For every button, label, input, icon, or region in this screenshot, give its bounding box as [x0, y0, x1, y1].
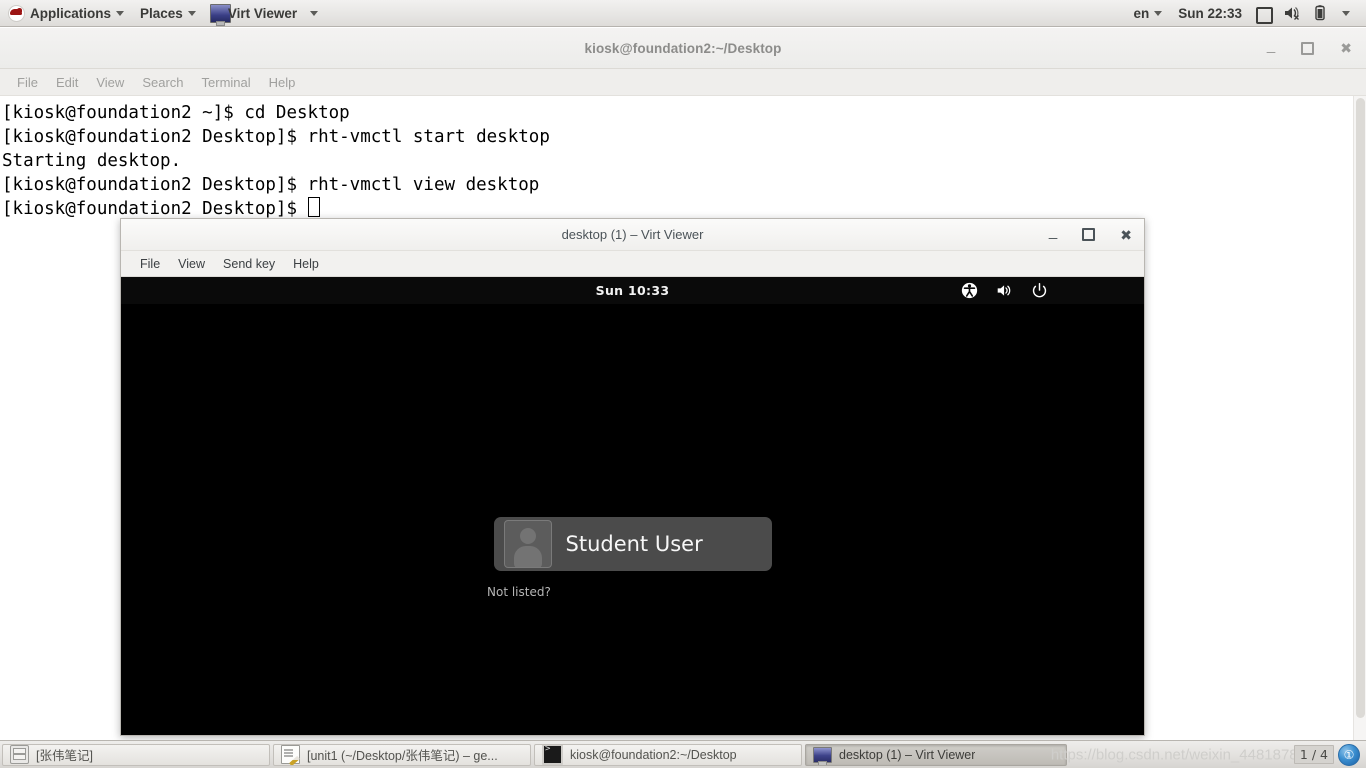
taskbar-item-virt-viewer[interactable]: desktop (1) – Virt Viewer — [805, 743, 1067, 766]
menu-send-key[interactable]: Send key — [214, 257, 284, 271]
terminal-icon — [542, 744, 563, 765]
clock-label: Sun 22:33 — [1178, 5, 1242, 21]
virt-viewer-window: desktop (1) – Virt Viewer _ ✖ File View … — [120, 218, 1145, 736]
power-icon[interactable] — [1031, 282, 1048, 299]
redhat-logo-icon — [8, 4, 25, 22]
workspace-count-label: 1 / 4 — [1293, 745, 1334, 764]
gdm-status-icons — [961, 277, 1048, 304]
gdm-top-bar: Sun 10:33 — [121, 277, 1144, 304]
workspace-switcher[interactable]: 1 / 4 ① — [1293, 743, 1360, 766]
window-menu-virt-viewer[interactable]: Virt Viewer — [204, 0, 328, 26]
menu-file[interactable]: File — [131, 257, 169, 271]
terminal-scrollbar-thumb[interactable] — [1356, 98, 1365, 718]
applications-menu[interactable]: Applications — [0, 0, 132, 26]
places-menu-label: Places — [140, 5, 183, 21]
taskbar-item-label: [unit1 (~/Desktop/张伟笔记) – ge... — [307, 749, 498, 763]
menu-search[interactable]: Search — [133, 75, 192, 90]
display-icon[interactable] — [1255, 4, 1273, 24]
user-name-label: Student User — [565, 532, 703, 556]
menu-help[interactable]: Help — [260, 75, 305, 90]
drawer-icon — [10, 745, 29, 764]
volume-icon[interactable] — [996, 282, 1013, 299]
gedit-icon — [281, 745, 300, 764]
virt-viewer-titlebar[interactable]: desktop (1) – Virt Viewer _ ✖ — [121, 219, 1144, 251]
workspace-switcher-icon[interactable]: ① — [1338, 743, 1360, 766]
menu-file[interactable]: File — [8, 75, 47, 90]
taskbar-item-file-manager[interactable]: [张伟笔记] — [2, 743, 270, 766]
taskbar-item-label: desktop (1) – Virt Viewer — [839, 747, 976, 762]
chevron-down-icon — [187, 10, 196, 16]
chevron-down-icon — [1342, 10, 1350, 16]
keyboard-layout-label: en — [1133, 5, 1150, 21]
terminal-cursor — [307, 197, 320, 217]
terminal-title: kiosk@foundation2:~/Desktop — [584, 40, 782, 56]
menu-view[interactable]: View — [169, 257, 214, 271]
close-button[interactable]: ✖ — [1340, 41, 1352, 55]
terminal-menubar: File Edit View Search Terminal Help — [0, 69, 1366, 96]
menu-view[interactable]: View — [87, 75, 133, 90]
guest-display[interactable]: Sun 10:33 Student User Not listed? — [121, 277, 1144, 735]
menu-edit[interactable]: Edit — [47, 75, 87, 90]
terminal-line: Starting desktop. — [2, 151, 182, 171]
applications-menu-label: Applications — [30, 5, 112, 21]
user-list-item-student-user[interactable]: Student User — [493, 517, 772, 571]
close-button[interactable]: ✖ — [1120, 228, 1132, 242]
chevron-down-icon — [1154, 10, 1163, 16]
status-menu-toggle[interactable] — [1334, 0, 1358, 26]
menu-terminal[interactable]: Terminal — [193, 75, 260, 90]
taskbar-item-label: kiosk@foundation2:~/Desktop — [570, 747, 737, 762]
not-listed-link[interactable]: Not listed? — [487, 585, 551, 599]
places-menu[interactable]: Places — [132, 0, 204, 26]
top-panel-status-area: en Sun 22:33 — [1125, 0, 1366, 26]
gdm-clock[interactable]: Sun 10:33 — [596, 283, 670, 298]
minimize-button[interactable]: _ — [1267, 38, 1275, 53]
taskbar-item-label: [张伟笔记] — [36, 749, 93, 763]
virt-viewer-window-controls: _ ✖ — [1049, 219, 1132, 250]
virt-viewer-menubar: File View Send key Help — [121, 251, 1144, 277]
taskbar-item-gedit[interactable]: [unit1 (~/Desktop/张伟笔记) – ge... — [273, 743, 531, 766]
volume-muted-icon[interactable] — [1283, 4, 1301, 22]
taskbar-right-area: https://blog.csdn.net/weixin_44818787 1 … — [1051, 743, 1364, 766]
gdm-login-area: Student User Not listed? — [121, 517, 1144, 599]
top-panel-left: Applications Places Virt Viewer — [0, 0, 328, 26]
clock[interactable]: Sun 22:33 — [1170, 0, 1250, 26]
accessibility-icon[interactable] — [961, 282, 978, 299]
terminal-scrollbar[interactable] — [1353, 96, 1366, 746]
battery-icon[interactable] — [1311, 4, 1329, 22]
terminal-line: [kiosk@foundation2 Desktop]$ rht-vmctl v… — [2, 175, 540, 195]
terminal-titlebar[interactable]: kiosk@foundation2:~/Desktop _ ✖ — [0, 28, 1366, 69]
monitor-icon — [813, 746, 832, 765]
terminal-prompt: [kiosk@foundation2 Desktop]$ — [2, 199, 308, 219]
window-menu-label: Virt Viewer — [227, 5, 298, 21]
top-panel: Applications Places Virt Viewer en Sun 2… — [0, 0, 1366, 27]
terminal-window-controls: _ ✖ — [1267, 28, 1352, 68]
user-avatar-icon — [503, 520, 552, 568]
terminal-line: [kiosk@foundation2 Desktop]$ rht-vmctl s… — [2, 127, 550, 147]
maximize-button[interactable] — [1301, 41, 1315, 55]
watermark-text: https://blog.csdn.net/weixin_44818787 — [1050, 746, 1306, 763]
taskbar: [张伟笔记] [unit1 (~/Desktop/张伟笔记) – ge... k… — [0, 740, 1366, 768]
desktop-screen: Applications Places Virt Viewer en Sun 2… — [0, 0, 1366, 768]
keyboard-layout-indicator[interactable]: en — [1125, 0, 1170, 26]
menu-help[interactable]: Help — [284, 257, 328, 271]
terminal-line: [kiosk@foundation2 ~]$ cd Desktop — [2, 103, 350, 123]
maximize-button[interactable] — [1082, 228, 1096, 241]
taskbar-item-terminal[interactable]: kiosk@foundation2:~/Desktop — [534, 743, 802, 766]
chevron-down-icon — [310, 10, 319, 16]
minimize-button[interactable]: _ — [1049, 224, 1057, 239]
virt-viewer-title: desktop (1) – Virt Viewer — [561, 227, 704, 242]
chevron-down-icon — [116, 10, 125, 16]
